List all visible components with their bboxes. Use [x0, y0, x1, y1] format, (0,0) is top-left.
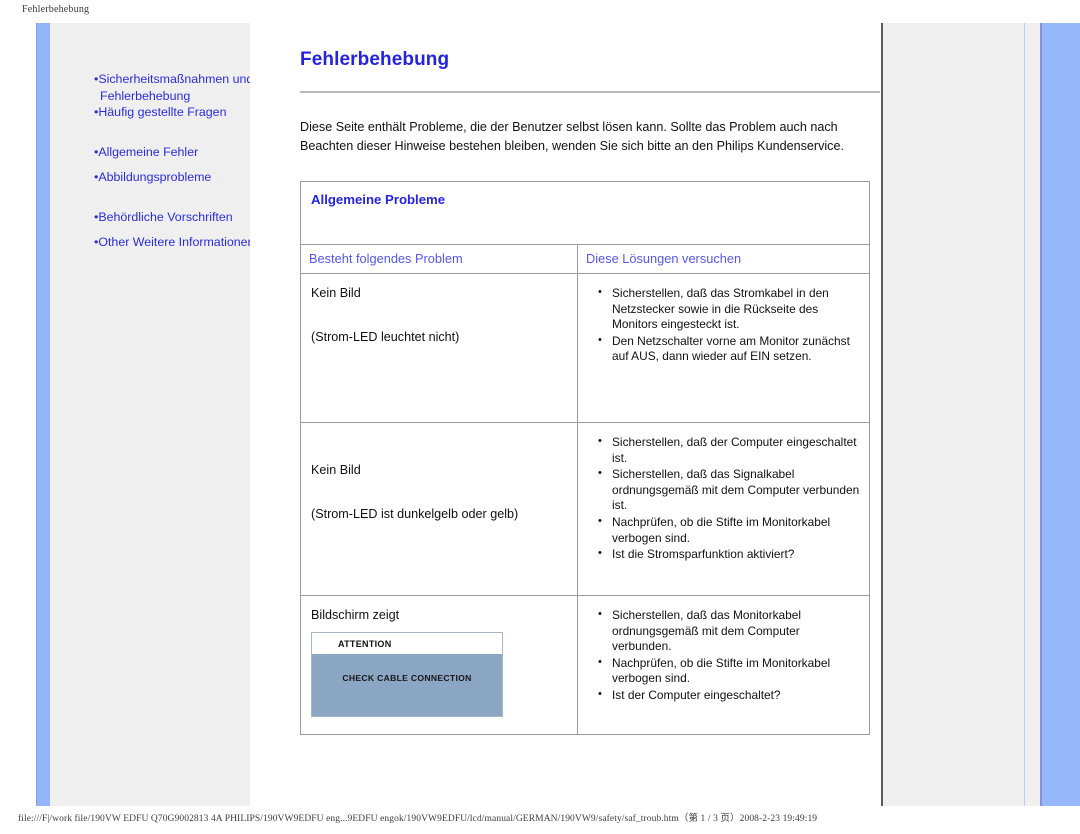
- left-blue-rail: [36, 23, 51, 806]
- sidebar-item-label: Häufig gestellte Fragen: [98, 105, 227, 119]
- sidebar-item-label: Abbildungsprobleme: [98, 170, 212, 184]
- problem-cell: Kein Bild (Strom-LED ist dunkelgelb oder…: [300, 422, 578, 596]
- problem-line-1: Kein Bild: [311, 463, 361, 477]
- document-page: •Sicherheitsmaßnahmen und Fehlerbehebung…: [36, 23, 1080, 806]
- print-footer-path: file:///F|/work file/190VW EDFU Q70G9002…: [18, 814, 818, 824]
- attention-title: ATTENTION: [338, 638, 392, 649]
- sidebar: •Sicherheitsmaßnahmen und Fehlerbehebung…: [50, 23, 254, 806]
- attention-screen-image: ATTENTION CHECK CABLE CONNECTION: [311, 632, 503, 717]
- title-divider: [300, 91, 880, 93]
- solution-item: Den Netzschalter vorne am Monitor zunäch…: [598, 333, 861, 365]
- attention-message-area: CHECK CABLE CONNECTION: [312, 654, 502, 716]
- shell-right-edge: [1024, 23, 1025, 806]
- solution-cell: Sicherstellen, daß das Monitorkabel ordn…: [577, 595, 870, 735]
- sidebar-item-label: Behördliche Vorschriften: [98, 209, 233, 224]
- right-blue-rail: [1040, 23, 1080, 806]
- sidebar-item-label: Allgemeine Fehler: [98, 144, 199, 159]
- problem-line-1: Bildschirm zeigt: [311, 608, 400, 622]
- solution-list: Sicherstellen, daß das Monitorkabel ordn…: [578, 607, 861, 704]
- main-content: Fehlerbehebung Diese Seite enthält Probl…: [250, 23, 882, 806]
- solution-list: Sicherstellen, daß der Computer eingesch…: [578, 434, 861, 563]
- table-caption: Allgemeine Probleme: [311, 192, 446, 207]
- table-row: Kein Bild (Strom-LED ist dunkelgelb oder…: [300, 422, 870, 596]
- problem-cell: Kein Bild (Strom-LED leuchtet nicht): [300, 273, 578, 423]
- solution-item: Sicherstellen, daß das Monitorkabel ordn…: [598, 607, 861, 655]
- solution-item: Ist die Stromsparfunktion aktiviert?: [598, 546, 861, 563]
- sidebar-item-label: Other Weitere Informationen: [98, 235, 255, 249]
- problem-line-2: (Strom-LED ist dunkelgelb oder gelb): [311, 507, 519, 521]
- intro-paragraph: Diese Seite enthält Probleme, die der Be…: [300, 120, 844, 153]
- general-problems-table: Allgemeine Probleme Besteht folgendes Pr…: [300, 181, 870, 735]
- solution-cell: Sicherstellen, daß das Stromkabel in den…: [577, 273, 870, 423]
- print-header-title: Fehlerbehebung: [22, 4, 90, 15]
- table-row: Kein Bild (Strom-LED leuchtet nicht) Sic…: [300, 273, 870, 423]
- content-right-edge: [881, 23, 883, 806]
- solution-item: Sicherstellen, daß das Stromkabel in den…: [598, 285, 861, 333]
- page-title: Fehlerbehebung: [300, 49, 450, 70]
- solution-item: Sicherstellen, daß das Signalkabel ordnu…: [598, 466, 861, 514]
- problem-line-1: Kein Bild: [311, 286, 361, 300]
- attention-message: CHECK CABLE CONNECTION: [342, 673, 472, 683]
- problem-cell: Bildschirm zeigt ATTENTION CHECK CABLE C…: [300, 595, 578, 735]
- solution-item: Ist der Computer eingeschaltet?: [598, 687, 861, 704]
- problem-line-2: (Strom-LED leuchtet nicht): [311, 330, 460, 344]
- solution-item: Sicherstellen, daß der Computer eingesch…: [598, 434, 861, 466]
- solution-item: Nachprüfen, ob die Stifte im Monitorkabe…: [598, 514, 861, 546]
- table-caption-cell: Allgemeine Probleme: [300, 181, 870, 245]
- attention-title-bar: ATTENTION: [312, 633, 502, 654]
- solution-cell: Sicherstellen, daß der Computer eingesch…: [577, 422, 870, 596]
- solution-item: Nachprüfen, ob die Stifte im Monitorkabe…: [598, 655, 861, 687]
- column-header-problem: Besteht folgendes Problem: [300, 244, 578, 274]
- content-inner: Fehlerbehebung Diese Seite enthält Probl…: [300, 23, 880, 735]
- solution-list: Sicherstellen, daß das Stromkabel in den…: [578, 285, 861, 365]
- table-row: Bildschirm zeigt ATTENTION CHECK CABLE C…: [300, 595, 870, 735]
- table-header-row: Besteht folgendes Problem Diese Lösungen…: [300, 244, 870, 274]
- table-caption-row: Allgemeine Probleme: [300, 181, 870, 245]
- column-header-solution: Diese Lösungen versuchen: [577, 244, 870, 274]
- sidebar-item-label: Sicherheitsmaßnahmen und: [98, 72, 254, 86]
